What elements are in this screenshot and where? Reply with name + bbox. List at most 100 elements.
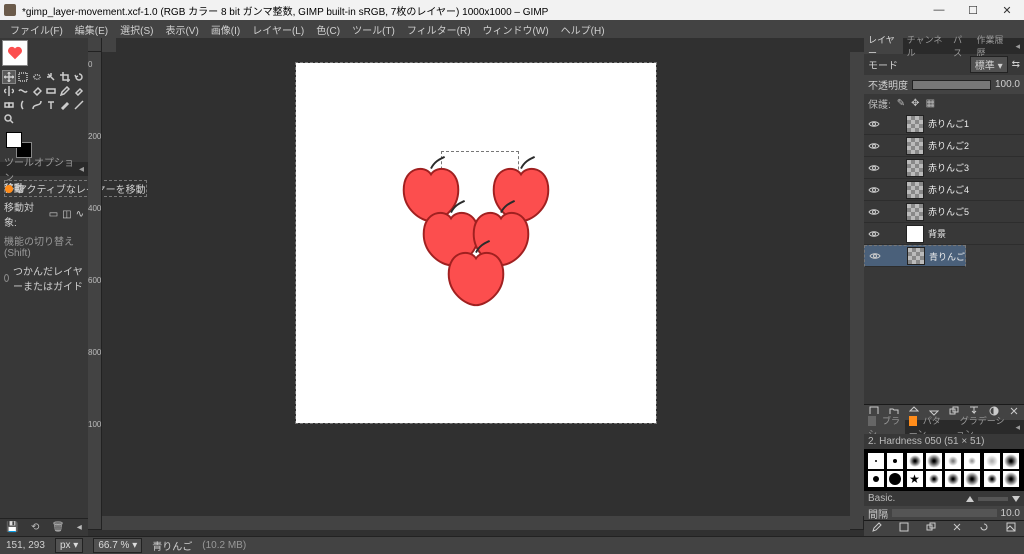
reset-preset-icon[interactable]: ◂ [77, 522, 82, 533]
menu-tools[interactable]: ツール(T) [346, 20, 401, 38]
crop-tool[interactable] [58, 70, 72, 84]
nav-button[interactable] [850, 516, 864, 530]
spacing-slider[interactable] [892, 509, 997, 517]
dock-menu-icon[interactable]: ◂ [1011, 422, 1024, 433]
menu-windows[interactable]: ウィンドウ(W) [477, 20, 555, 38]
delete-preset-icon[interactable]: 🗑 [52, 522, 65, 533]
mode-dropdown[interactable]: 標準 ▾ [970, 56, 1008, 73]
warp-tool[interactable] [16, 84, 30, 98]
layer-name[interactable]: 赤りんご3 [928, 161, 1024, 174]
layer-thumbnail[interactable] [907, 247, 925, 265]
refresh-brush-icon[interactable] [979, 522, 989, 535]
paths-tool[interactable] [30, 98, 44, 112]
smudge-tool[interactable] [16, 98, 30, 112]
bucket-fill-tool[interactable] [30, 84, 44, 98]
layer-row[interactable]: 背景 [864, 223, 1024, 245]
layer-thumbnail[interactable] [906, 115, 924, 133]
target-path-icon[interactable]: ∿ [76, 209, 84, 220]
layer-name[interactable]: 赤りんご5 [928, 205, 1024, 218]
dup-brush-icon[interactable] [926, 522, 936, 535]
text-tool[interactable] [44, 98, 58, 112]
color-picker-tool[interactable] [58, 98, 72, 112]
layer-name[interactable]: 青りんご [929, 250, 965, 263]
brush-item[interactable] [907, 453, 923, 469]
measure-tool[interactable] [72, 98, 86, 112]
brush-item[interactable] [945, 471, 961, 487]
visibility-toggle[interactable] [864, 228, 884, 240]
dock-menu-icon[interactable]: ◂ [79, 164, 84, 175]
visibility-toggle[interactable] [864, 184, 884, 196]
menu-filters[interactable]: フィルター(R) [401, 20, 477, 38]
pencil-tool[interactable] [58, 84, 72, 98]
brush-item[interactable] [1003, 453, 1019, 469]
layer-name[interactable]: 背景 [928, 227, 1024, 240]
dock-menu-icon[interactable]: ◂ [1011, 38, 1024, 54]
menu-layer[interactable]: レイヤー(L) [246, 20, 310, 38]
brush-item[interactable] [887, 453, 903, 469]
close-button[interactable]: ✕ [990, 0, 1024, 20]
vertical-ruler[interactable]: 0 200 400 600 800 1000 [88, 52, 102, 516]
layer-thumbnail[interactable] [906, 159, 924, 177]
brush-size-down-icon[interactable] [1012, 496, 1020, 502]
brush-size-up-icon[interactable] [966, 496, 974, 502]
tab-paths[interactable]: パス [949, 38, 972, 54]
tab-channels[interactable]: チャンネル [903, 38, 949, 54]
save-preset-icon[interactable]: 💾 [6, 522, 18, 533]
clone-tool[interactable] [2, 98, 16, 112]
visibility-toggle[interactable] [864, 206, 884, 218]
free-select-tool[interactable] [30, 70, 44, 84]
menu-file[interactable]: ファイル(F) [4, 20, 69, 38]
tab-layers[interactable]: レイヤー [864, 38, 903, 54]
move-tool[interactable] [2, 70, 16, 84]
rotate-tool[interactable] [72, 70, 86, 84]
rect-select-tool[interactable] [16, 70, 30, 84]
visibility-toggle[interactable] [864, 118, 884, 130]
brush-item[interactable] [964, 471, 980, 487]
lock-position-icon[interactable]: ✥ [911, 98, 919, 109]
brush-preset-label[interactable]: Basic. [868, 493, 895, 504]
layer-row[interactable]: 青りんご [864, 245, 966, 267]
brush-slider[interactable] [978, 497, 1008, 501]
eraser-tool[interactable] [72, 84, 86, 98]
layer-thumbnail[interactable] [906, 203, 924, 221]
brush-item[interactable] [926, 471, 942, 487]
opacity-slider[interactable] [912, 80, 991, 90]
layer-name[interactable]: 赤りんご2 [928, 139, 1024, 152]
horizontal-scrollbar[interactable] [102, 516, 850, 530]
menu-select[interactable]: 選択(S) [114, 20, 159, 38]
menu-help[interactable]: ヘルプ(H) [555, 20, 611, 38]
visibility-toggle[interactable] [864, 162, 884, 174]
mode-switch-icon[interactable]: ⇆ [1012, 59, 1020, 70]
brush-item[interactable] [868, 471, 884, 487]
vertical-scrollbar[interactable] [850, 52, 864, 516]
canvas-area[interactable] [102, 52, 850, 516]
open-as-image-icon[interactable] [1006, 522, 1016, 535]
layer-name[interactable]: 赤りんご1 [928, 117, 1024, 130]
layer-thumbnail[interactable] [906, 181, 924, 199]
menu-colors[interactable]: 色(C) [310, 20, 346, 38]
layer-name[interactable]: 赤りんご4 [928, 183, 1024, 196]
restore-preset-icon[interactable]: ⟲ [31, 522, 39, 533]
fuzzy-select-tool[interactable] [44, 70, 58, 84]
lock-pixels-icon[interactable]: ✎ [897, 98, 905, 109]
tab-undo[interactable]: 作業履歴 [973, 38, 1012, 54]
layer-row[interactable]: 赤りんご4 [864, 179, 1024, 201]
brush-item[interactable] [887, 471, 903, 487]
new-brush-icon[interactable] [899, 522, 909, 535]
visibility-toggle[interactable] [864, 140, 884, 152]
edit-brush-icon[interactable] [872, 522, 882, 535]
brush-item[interactable] [1003, 471, 1019, 487]
menu-edit[interactable]: 編集(E) [69, 20, 114, 38]
zoom-tool[interactable] [2, 112, 16, 126]
spacing-value[interactable]: 10.0 [1001, 508, 1020, 519]
layer-row[interactable]: 赤りんご5 [864, 201, 1024, 223]
minimize-button[interactable]: — [922, 0, 956, 20]
radio-pick-layer[interactable]: つかんだレイヤーまたはガイド [4, 263, 84, 293]
maximize-button[interactable]: ☐ [956, 0, 990, 20]
brush-item[interactable]: ★ [907, 471, 923, 487]
menu-image[interactable]: 画像(I) [205, 20, 246, 38]
layer-row[interactable]: 赤りんご3 [864, 157, 1024, 179]
target-layer-icon[interactable]: ▭ [49, 209, 58, 220]
visibility-toggle[interactable] [865, 250, 885, 262]
layer-thumbnail[interactable] [906, 225, 924, 243]
